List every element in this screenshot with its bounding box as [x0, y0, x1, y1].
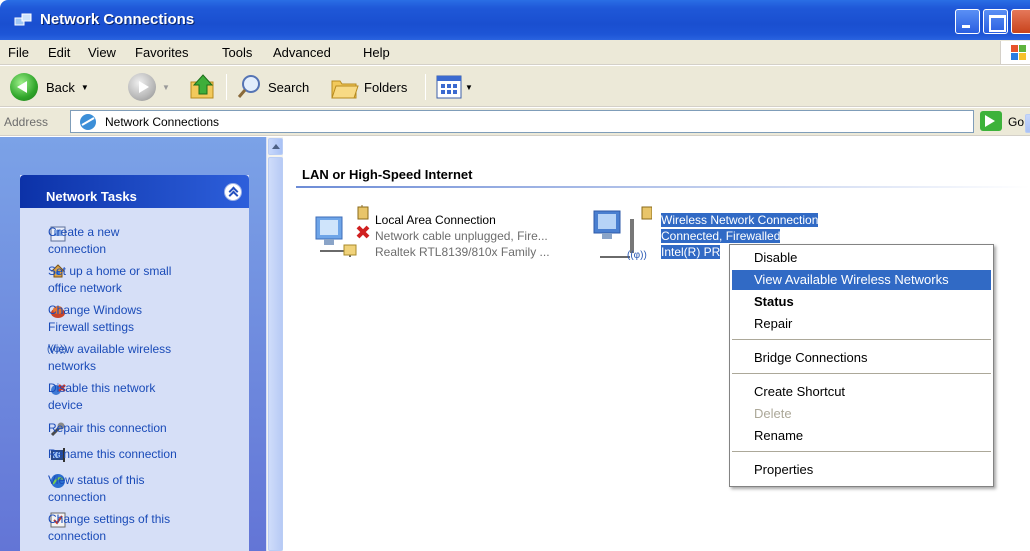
up-folder-icon[interactable] [188, 72, 218, 102]
search-label: Search [268, 79, 310, 95]
back-button[interactable]: Back ▼ [10, 72, 89, 102]
menu-tools[interactable]: Tools [222, 45, 252, 60]
menu-item-view-wireless-networks[interactable]: View Available Wireless Networks [732, 270, 991, 290]
context-menu: Disable View Available Wireless Networks… [729, 244, 994, 487]
toolbar-separator [226, 74, 227, 100]
wireless-signal-icon: ((φ)) [627, 250, 647, 261]
address-value: Network Connections [105, 115, 220, 129]
task-home-network[interactable]: Set up a home or small office network [48, 263, 171, 297]
menu-item-repair[interactable]: Repair [732, 314, 991, 334]
folders-label: Folders [364, 79, 408, 95]
folders-icon [331, 80, 359, 99]
menu-item-delete: Delete [754, 406, 792, 421]
chevron-down-icon[interactable]: ▼ [81, 83, 89, 92]
menu-edit[interactable]: Edit [48, 45, 70, 60]
title-bar: Network Connections [0, 0, 1030, 40]
chevron-down-icon[interactable]: ▼ [465, 83, 473, 92]
back-label: Back [46, 79, 75, 95]
menu-separator [732, 451, 991, 452]
task-view-status[interactable]: View status of this connection [48, 472, 145, 506]
menu-item-create-shortcut[interactable]: Create Shortcut [732, 382, 991, 402]
collapse-chevron-icon[interactable] [224, 183, 242, 201]
menu-view[interactable]: View [88, 45, 116, 60]
menu-item-status[interactable]: Status [732, 292, 991, 312]
chevron-down-icon[interactable]: ▼ [162, 83, 170, 92]
menu-item-rename[interactable]: Rename [732, 426, 991, 446]
toolbar: Back ▼ ▼ Search Folders ▼ [0, 66, 1030, 107]
address-input[interactable]: Network Connections [70, 110, 1030, 133]
search-icon [237, 75, 260, 98]
lan-device: Realtek RTL8139/810x Family ... [375, 245, 550, 259]
task-repair-connection[interactable]: Repair this connection [48, 420, 167, 437]
lan-status: Network cable unplugged, Fire... [375, 229, 548, 243]
toolbar-separator [425, 74, 426, 100]
scroll-up-button[interactable] [268, 138, 283, 155]
task-firewall-settings[interactable]: Change Windows Firewall settings [48, 302, 142, 336]
lan-connection-label[interactable]: Local Area Connection Network cable unpl… [375, 212, 550, 260]
folders-button[interactable]: Folders [330, 72, 407, 102]
network-tasks-header[interactable]: Network Tasks [20, 175, 249, 208]
address-dropdown-button[interactable] [1025, 114, 1030, 133]
menu-separator [732, 339, 991, 340]
menu-item-bridge-connections[interactable]: Bridge Connections [732, 348, 991, 368]
group-divider [296, 186, 1030, 188]
close-button[interactable] [1011, 9, 1030, 34]
task-create-connection[interactable]: Create a new connection [48, 224, 119, 258]
menu-item-properties[interactable]: Properties [732, 460, 991, 480]
windows-logo-icon [1000, 41, 1030, 64]
group-title: LAN or High-Speed Internet [302, 167, 473, 182]
views-icon [436, 75, 462, 99]
task-rename-connection[interactable]: Rename this connection [48, 446, 177, 463]
vertical-scrollbar[interactable] [266, 137, 283, 551]
maximize-button[interactable] [983, 9, 1008, 34]
search-button[interactable]: Search [236, 72, 309, 102]
menu-item-disable[interactable]: Disable [732, 248, 991, 268]
go-arrow-icon[interactable] [980, 111, 1002, 131]
minimize-button[interactable] [955, 9, 980, 34]
menu-help[interactable]: Help [363, 45, 390, 60]
menu-bar: File Edit View Favorites Tools Advanced … [0, 40, 1030, 65]
menu-favorites[interactable]: Favorites [135, 45, 188, 60]
wireless-device: Intel(R) PR [661, 245, 721, 259]
menu-separator [732, 373, 991, 374]
address-label: Address [4, 115, 49, 129]
views-button[interactable]: ▼ [436, 72, 473, 102]
lan-name: Local Area Connection [375, 213, 496, 227]
wireless-name: Wireless Network Connection [661, 213, 819, 227]
address-bar: Address Network Connections Go [0, 108, 1030, 136]
go-button[interactable]: Go [1008, 115, 1024, 129]
back-arrow-icon [10, 73, 38, 101]
scroll-thumb[interactable] [268, 157, 283, 551]
menu-file[interactable]: File [8, 45, 29, 60]
network-tasks-title: Network Tasks [46, 189, 137, 204]
task-view-wireless[interactable]: View available wireless networks [48, 341, 171, 375]
wireless-status: Connected, Firewalled [661, 229, 781, 243]
task-change-settings[interactable]: Change settings of this connection [48, 511, 170, 545]
forward-arrow-icon [128, 73, 156, 101]
network-connections-icon [14, 13, 32, 26]
forward-button[interactable]: ▼ [128, 72, 170, 102]
network-connections-icon [80, 114, 96, 130]
lan-connection-icon[interactable] [310, 205, 370, 261]
task-disable-device[interactable]: Disable this network device [48, 380, 155, 414]
window-title: Network Connections [40, 11, 195, 28]
menu-advanced[interactable]: Advanced [273, 45, 331, 60]
